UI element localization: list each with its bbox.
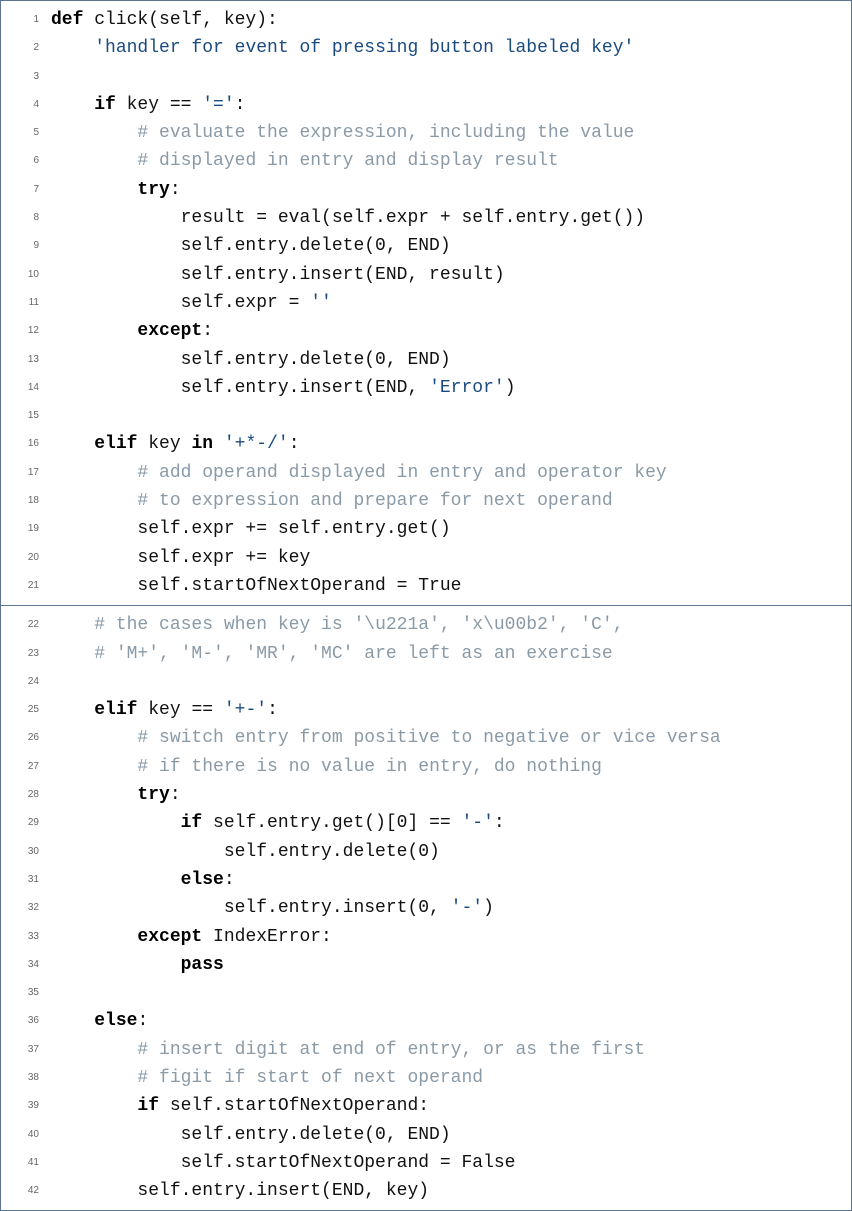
string-literal: '-' bbox=[451, 898, 483, 918]
string-literal: '-' bbox=[461, 813, 493, 833]
comment: # if there is no value in entry, do noth… bbox=[137, 757, 601, 777]
comment: # add operand displayed in entry and ope… bbox=[137, 463, 666, 483]
string-literal: '' bbox=[310, 293, 332, 313]
string-literal: '+-' bbox=[224, 700, 267, 720]
comment: # evaluate the expression, including the… bbox=[137, 123, 634, 143]
comment: # to expression and prepare for next ope… bbox=[137, 491, 612, 511]
string-literal: '+*-/' bbox=[224, 434, 289, 454]
code-body: def click(self, key): 'handler for event… bbox=[1, 1, 851, 605]
line-number-gutter: 1 2 3 4 5 6 7 8 9 10 11 12 13 14 15 16 1… bbox=[1, 1, 45, 605]
code-block: 22 23 24 25 26 27 28 29 30 31 32 33 34 3… bbox=[0, 606, 852, 1211]
keyword: except bbox=[137, 927, 202, 947]
keyword: pass bbox=[181, 955, 224, 975]
keyword: except bbox=[137, 321, 202, 341]
keyword: try bbox=[137, 180, 169, 200]
comment: # insert digit at end of entry, or as th… bbox=[137, 1040, 645, 1060]
keyword: elif bbox=[94, 434, 137, 454]
comment: # switch entry from positive to negative… bbox=[137, 728, 720, 748]
code-listing: 1 2 3 4 5 6 7 8 9 10 11 12 13 14 15 16 1… bbox=[0, 0, 852, 1211]
keyword: elif bbox=[94, 700, 137, 720]
keyword: if bbox=[137, 1096, 159, 1116]
keyword: if bbox=[94, 95, 116, 115]
keyword: if bbox=[181, 813, 203, 833]
code-block: 1 2 3 4 5 6 7 8 9 10 11 12 13 14 15 16 1… bbox=[0, 0, 852, 606]
code-body: # the cases when key is '\u221a', 'x\u00… bbox=[1, 606, 851, 1210]
keyword: else bbox=[181, 870, 224, 890]
keyword: else bbox=[94, 1011, 137, 1031]
string-literal: 'handler for event of pressing button la… bbox=[94, 38, 634, 58]
line-number-gutter: 22 23 24 25 26 27 28 29 30 31 32 33 34 3… bbox=[1, 606, 45, 1210]
keyword: def bbox=[51, 10, 83, 30]
comment: # 'M+', 'M-', 'MR', 'MC' are left as an … bbox=[94, 644, 612, 664]
comment: # the cases when key is '\u221a', 'x\u00… bbox=[94, 615, 623, 635]
comment: # displayed in entry and display result bbox=[137, 151, 558, 171]
keyword: in bbox=[191, 434, 213, 454]
comment: # figit if start of next operand bbox=[137, 1068, 483, 1088]
string-literal: '=' bbox=[202, 95, 234, 115]
string-literal: 'Error' bbox=[429, 378, 505, 398]
keyword: try bbox=[137, 785, 169, 805]
